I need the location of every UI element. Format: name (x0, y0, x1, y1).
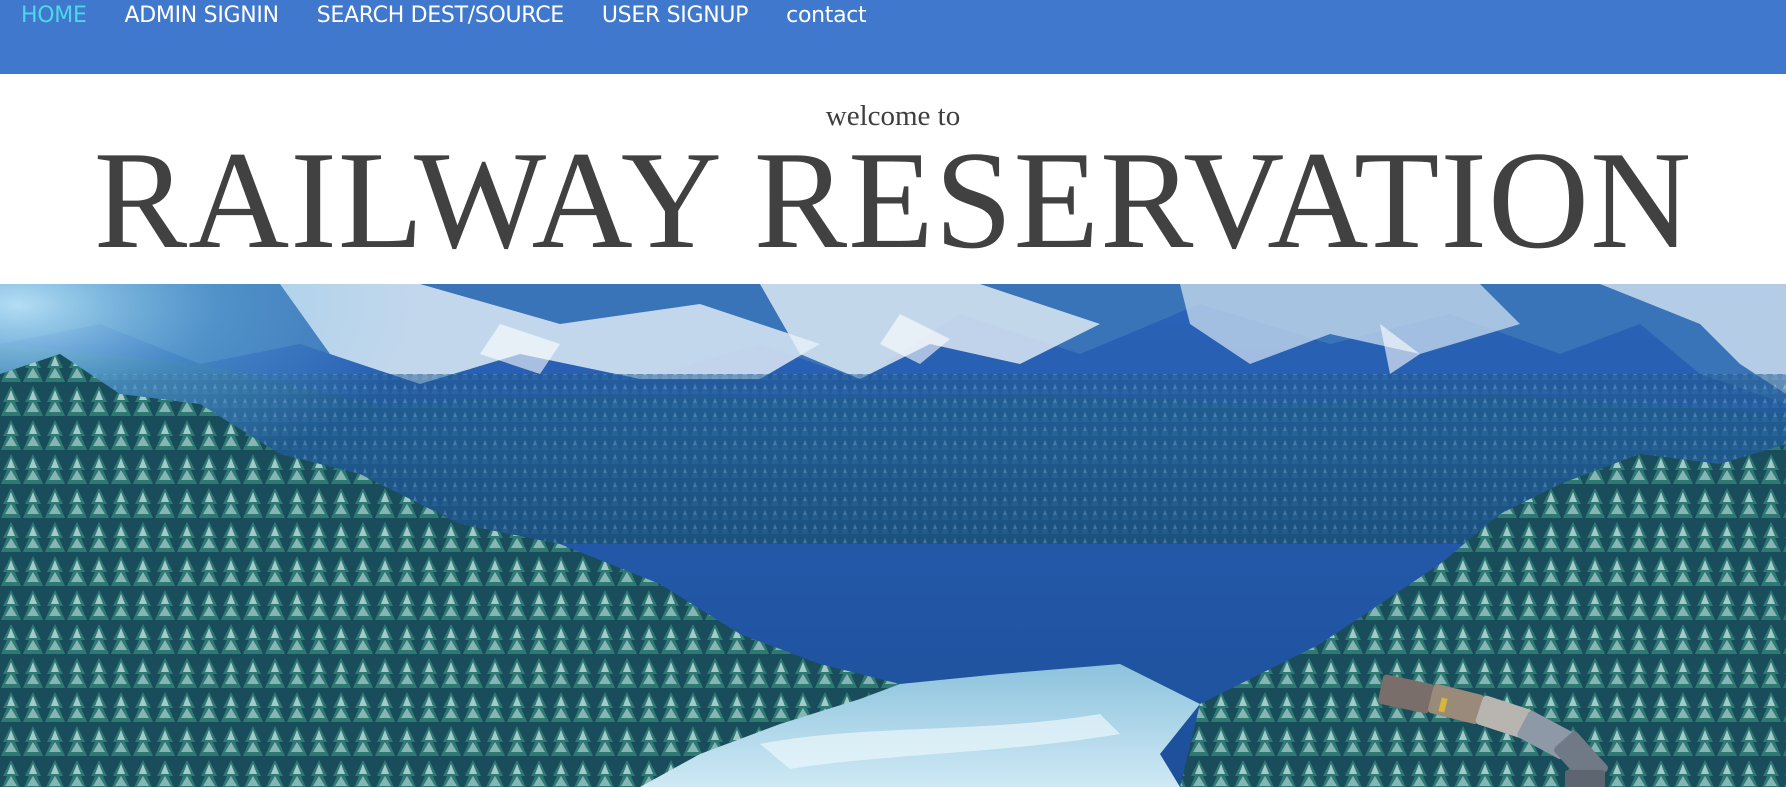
nav-menu: HOME ADMIN SIGNIN SEARCH DEST/SOURCE USE… (21, 0, 904, 32)
nav-home-link[interactable]: HOME (21, 0, 87, 32)
nav-contact-link[interactable]: contact (786, 0, 867, 32)
hero-landscape-illustration (0, 284, 1786, 787)
nav-user-signup-link[interactable]: USER SIGNUP (602, 0, 749, 32)
top-navbar: HOME ADMIN SIGNIN SEARCH DEST/SOURCE USE… (0, 0, 1786, 74)
nav-search-dest-source-link[interactable]: SEARCH DEST/SOURCE (317, 0, 564, 32)
nav-admin-signin-link[interactable]: ADMIN SIGNIN (125, 0, 280, 32)
page-title: RAILWAY RESERVATION (93, 123, 1693, 278)
hero-image (0, 284, 1786, 787)
page-header: welcome to RAILWAY RESERVATION (0, 74, 1786, 284)
